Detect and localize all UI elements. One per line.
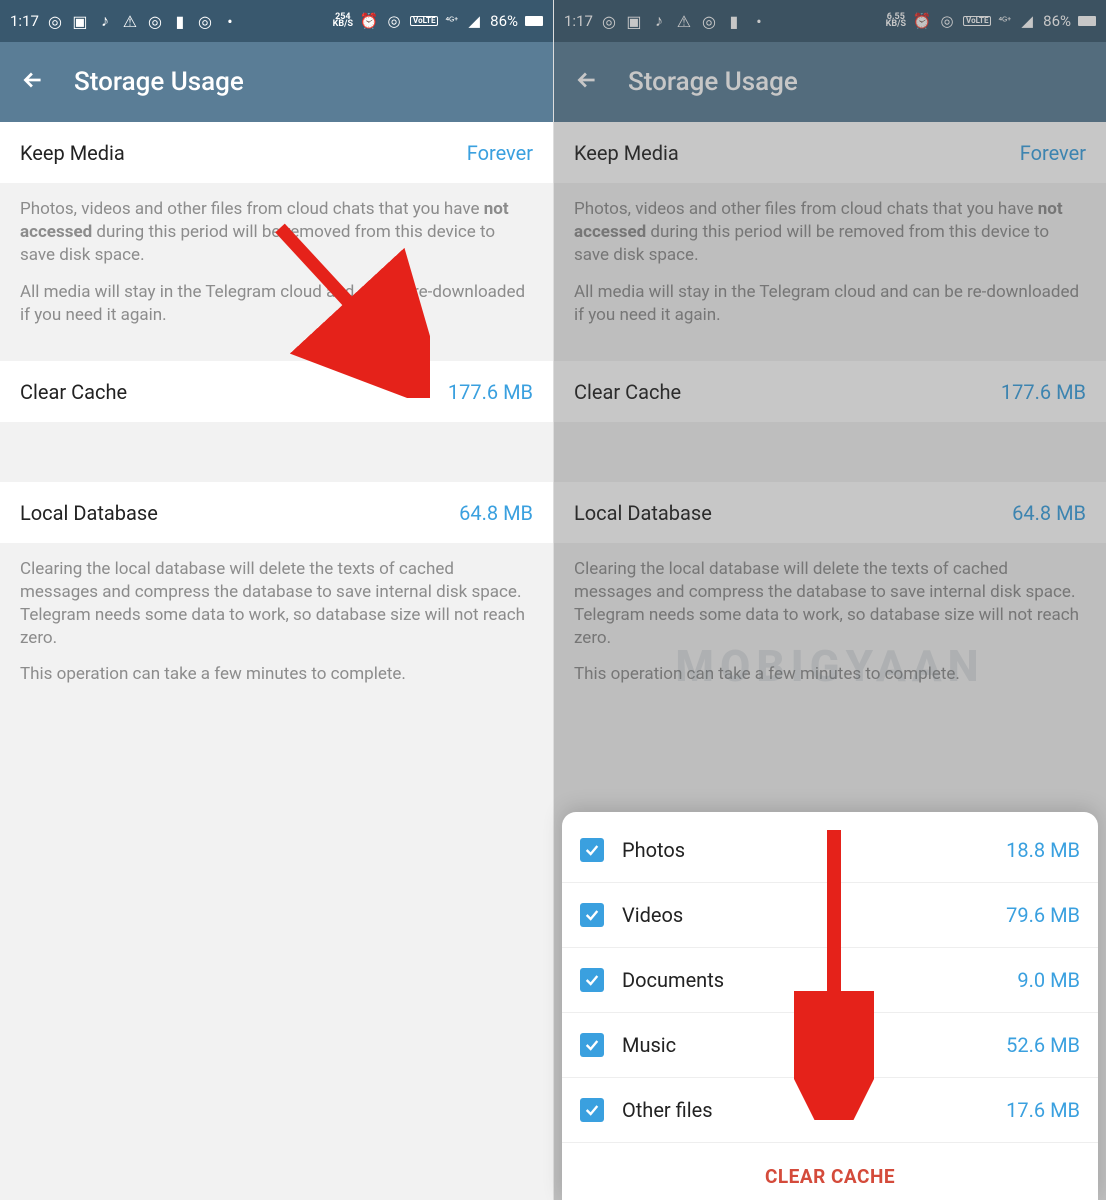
battery-icon: ▮ xyxy=(171,12,189,30)
signal-icon: ◢ xyxy=(465,12,483,30)
storage-usage-pane-right: 1:17 ◎ ▣ ♪ ⚠ ◎ ▮ • 6.55 KB/S ⏰ ◎ VoLTE ⁴… xyxy=(553,0,1106,1200)
sheet-item-label: Music xyxy=(622,1033,676,1057)
app-bar: Storage Usage xyxy=(0,42,553,122)
keep-media-description: Photos, videos and other files from clou… xyxy=(0,183,553,361)
sheet-item-size: 52.6 MB xyxy=(1006,1033,1080,1057)
alarm-icon: ⏰ xyxy=(360,12,378,30)
sheet-item-size: 17.6 MB xyxy=(1006,1098,1080,1122)
checkbox-icon[interactable] xyxy=(580,968,604,992)
network-type: ⁴ᴳ⁺ xyxy=(445,16,458,27)
clear-cache-row[interactable]: Clear Cache 177.6 MB xyxy=(0,361,553,422)
sheet-item[interactable]: Documents 9.0 MB xyxy=(562,948,1098,1013)
clear-cache-sheet: Photos 18.8 MB Videos 79.6 MB Documents 9.0 M… xyxy=(562,812,1098,1200)
clear-cache-value: 177.6 MB xyxy=(448,380,533,404)
clear-cache-button[interactable]: CLEAR CACHE xyxy=(562,1143,1098,1200)
instagram-icon: ◎ xyxy=(196,12,214,30)
sheet-item[interactable]: Videos 79.6 MB xyxy=(562,883,1098,948)
clear-cache-label: Clear Cache xyxy=(20,380,127,404)
back-icon[interactable] xyxy=(20,67,46,97)
dot-icon: • xyxy=(221,12,239,30)
keep-media-row[interactable]: Keep Media Forever xyxy=(0,122,553,183)
volte-icon: VoLTE xyxy=(410,16,438,26)
checkbox-icon[interactable] xyxy=(580,903,604,927)
sheet-item-size: 18.8 MB xyxy=(1006,838,1080,862)
battery-pct: 86% xyxy=(490,12,518,30)
app-icon: ▣ xyxy=(71,12,89,30)
keep-media-value: Forever xyxy=(467,141,533,165)
sheet-item-size: 9.0 MB xyxy=(1017,968,1080,992)
instagram-icon: ◎ xyxy=(146,12,164,30)
local-database-description: Clearing the local database will delete … xyxy=(0,543,553,721)
hotspot-icon: ◎ xyxy=(385,12,403,30)
page-title: Storage Usage xyxy=(74,67,244,97)
checkbox-icon[interactable] xyxy=(580,1098,604,1122)
keep-media-label: Keep Media xyxy=(20,141,125,165)
sheet-item-size: 79.6 MB xyxy=(1006,903,1080,927)
checkbox-icon[interactable] xyxy=(580,838,604,862)
sheet-item[interactable]: Other files 17.6 MB xyxy=(562,1078,1098,1143)
sheet-item-label: Photos xyxy=(622,838,685,862)
instagram-icon: ◎ xyxy=(46,12,64,30)
sheet-item[interactable]: Photos 18.8 MB xyxy=(562,818,1098,883)
sheet-item[interactable]: Music 52.6 MB xyxy=(562,1013,1098,1078)
local-database-row[interactable]: Local Database 64.8 MB xyxy=(0,482,553,543)
background-fill xyxy=(0,720,553,1200)
sheet-item-label: Other files xyxy=(622,1098,713,1122)
section-gap xyxy=(0,422,553,482)
tiktok-icon: ♪ xyxy=(96,12,114,30)
status-bar: 1:17 ◎ ▣ ♪ ⚠ ◎ ▮ ◎ • 254 KB/S ⏰ ◎ VoLTE … xyxy=(0,0,553,42)
local-database-value: 64.8 MB xyxy=(459,501,533,525)
local-database-label: Local Database xyxy=(20,501,158,525)
sheet-item-label: Videos xyxy=(622,903,683,927)
checkbox-icon[interactable] xyxy=(580,1033,604,1057)
battery-icon xyxy=(525,16,543,26)
sheet-item-label: Documents xyxy=(622,968,724,992)
network-speed: 254 KB/S xyxy=(333,14,353,28)
status-time: 1:17 xyxy=(10,12,39,30)
storage-usage-pane-left: 1:17 ◎ ▣ ♪ ⚠ ◎ ▮ ◎ • 254 KB/S ⏰ ◎ VoLTE … xyxy=(0,0,553,1200)
warning-icon: ⚠ xyxy=(121,12,139,30)
